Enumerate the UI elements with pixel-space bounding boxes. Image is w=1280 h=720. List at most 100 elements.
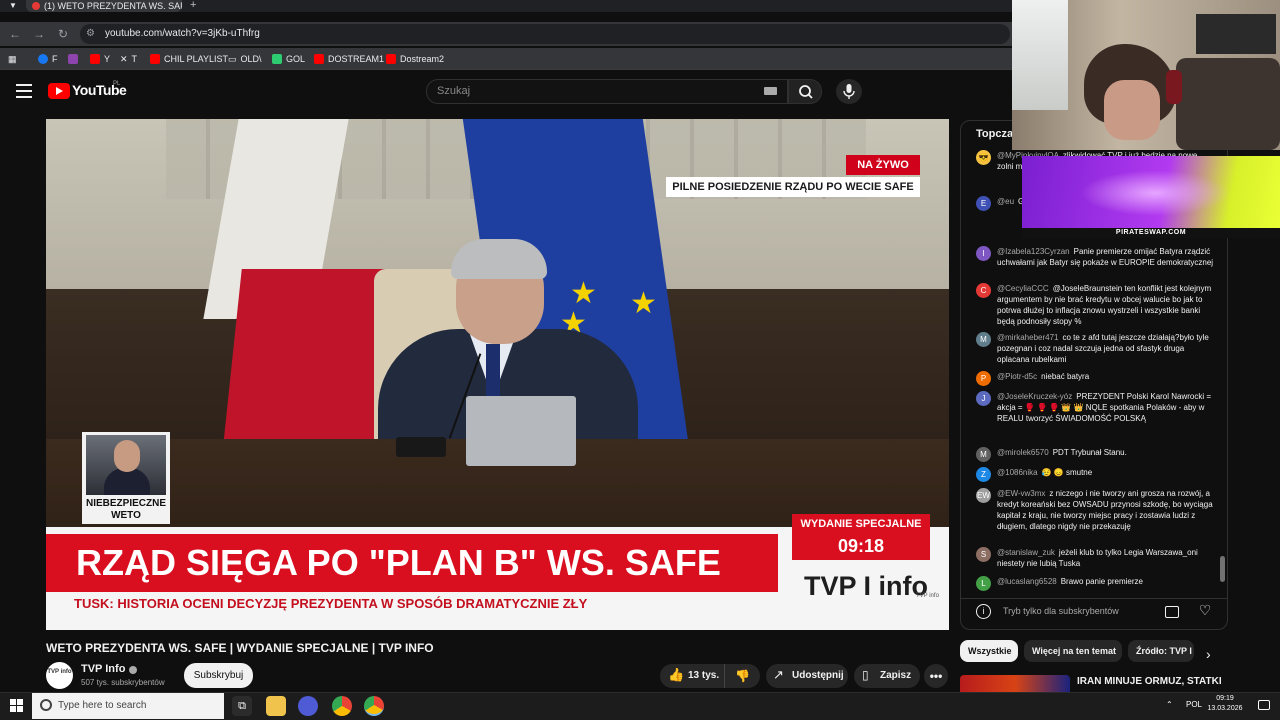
chat-author[interactable]: @lucaslang6528 bbox=[997, 577, 1057, 586]
bookmark-t[interactable]: ✕ T bbox=[120, 52, 137, 66]
youtube-icon bbox=[314, 54, 324, 64]
chat-author[interactable]: @1086nika bbox=[997, 468, 1038, 477]
chat-author[interactable]: @CecyliaCCC bbox=[997, 284, 1049, 293]
notification-icon[interactable] bbox=[1258, 700, 1270, 710]
back-icon[interactable]: ← bbox=[6, 26, 24, 42]
avatar[interactable]: J bbox=[976, 391, 991, 406]
more-actions-button[interactable]: ••• bbox=[924, 664, 948, 688]
membership-card-icon[interactable] bbox=[1165, 606, 1179, 618]
search-input[interactable]: Szukaj bbox=[426, 79, 788, 104]
bookmark-purple[interactable] bbox=[68, 52, 78, 66]
chat-author[interactable]: @Piotr-d5c bbox=[997, 372, 1037, 381]
language-indicator[interactable]: POL bbox=[1186, 700, 1202, 710]
chat-scrollbar[interactable] bbox=[1220, 556, 1225, 582]
webcam-shelf bbox=[1196, 14, 1276, 54]
chat-author[interactable]: @EW-vw3mx bbox=[997, 489, 1045, 498]
heart-icon[interactable]: ♡ bbox=[1196, 601, 1214, 619]
chat-header[interactable]: Topcza bbox=[976, 128, 1013, 140]
avatar[interactable]: EW bbox=[976, 488, 991, 503]
forward-icon[interactable]: → bbox=[30, 26, 48, 42]
chrome-active-window-icon[interactable] bbox=[364, 696, 384, 716]
thumbs-up-icon: 👍 bbox=[668, 667, 685, 682]
tray-chevron-icon[interactable]: ⌃ bbox=[1166, 700, 1173, 710]
keyboard-icon[interactable] bbox=[764, 87, 777, 95]
tvp-info-logo: TVP I info bbox=[804, 571, 929, 601]
tvp-info-watermark: TVP info bbox=[916, 593, 939, 599]
site-info-icon[interactable]: ⚙ bbox=[86, 28, 98, 40]
chat-input[interactable]: Tryb tylko dla subskrybentów bbox=[1003, 606, 1119, 616]
chip-all[interactable]: Wszystkie bbox=[960, 640, 1018, 662]
chat-message-body: @Izabela123Cyrzan Panie premierze omijać … bbox=[997, 246, 1216, 268]
dislike-button[interactable]: 👎 bbox=[724, 664, 760, 688]
bookmark-label: CHIL PLAYLIST bbox=[164, 54, 229, 64]
bookmark-dostream1[interactable]: DOSTREAM1 bbox=[314, 52, 384, 66]
chat-author[interactable]: @mirolek6570 bbox=[997, 448, 1049, 457]
bookmark-gol[interactable]: GOL bbox=[272, 52, 305, 66]
chip-source[interactable]: Źródło: TVP I bbox=[1128, 640, 1194, 662]
chat-message: P @Piotr-d5c niebać batyra bbox=[976, 371, 1216, 386]
sponsor-caption: PIRATESWAP.COM bbox=[1115, 229, 1187, 236]
subscriber-count: 507 tys. subskrybentów bbox=[81, 678, 165, 687]
bookmark-dostream2[interactable]: Dostream2 bbox=[386, 52, 444, 66]
inset-person-face bbox=[114, 440, 140, 472]
folder-icon: ▭ bbox=[228, 54, 237, 64]
video-speaker-tie bbox=[486, 344, 500, 404]
avatar[interactable]: P bbox=[976, 371, 991, 386]
voice-search-button[interactable] bbox=[836, 79, 862, 104]
avatar[interactable]: L bbox=[976, 576, 991, 591]
clock-date: 13.03.2026 bbox=[1207, 705, 1243, 712]
avatar[interactable]: TVP info bbox=[46, 662, 73, 689]
chat-message-body: @mirkaheber471 co te z afd tutaj jeszcze … bbox=[997, 332, 1216, 365]
obs-icon[interactable] bbox=[298, 696, 318, 716]
video-speaker-hair bbox=[451, 239, 547, 279]
chat-message: S @stanislaw_zuk jeżeli klub to tylko Legi… bbox=[976, 547, 1216, 569]
subscribe-button[interactable]: Subskrybuj bbox=[184, 663, 253, 688]
breaking-news-bar: PILNE POSIEDZENIE RZĄDU PO WECIE SAFE bbox=[666, 177, 920, 197]
youtube-icon bbox=[386, 54, 396, 64]
chrome-icon[interactable] bbox=[332, 696, 352, 716]
search-button[interactable] bbox=[788, 79, 822, 104]
chat-author[interactable]: @eu bbox=[997, 197, 1014, 206]
chat-author[interactable]: @mirkaheber471 bbox=[997, 333, 1058, 342]
bookmark-chil-playlist[interactable]: CHIL PLAYLIST bbox=[150, 52, 228, 66]
avatar[interactable]: Z bbox=[976, 467, 991, 482]
channel-name[interactable]: TVP Info bbox=[81, 663, 138, 676]
avatar[interactable]: I bbox=[976, 246, 991, 261]
thumbs-down-icon: 👎 bbox=[735, 669, 750, 683]
menu-icon[interactable] bbox=[16, 84, 32, 98]
avatar[interactable]: E bbox=[976, 196, 991, 211]
webcam-person-face bbox=[1104, 80, 1160, 140]
url-bar[interactable]: youtube.com/watch?v=3jKb-uThfrg bbox=[80, 24, 1010, 44]
task-view-icon[interactable]: ⧉ bbox=[232, 696, 252, 716]
file-explorer-icon[interactable] bbox=[266, 696, 286, 716]
new-tab-button[interactable]: + bbox=[190, 0, 196, 12]
chat-author[interactable]: @JoseleKruczek-yóz bbox=[997, 392, 1072, 401]
chat-author[interactable]: @stanislaw_zuk bbox=[997, 548, 1055, 557]
channel-name-label[interactable]: TVP Info bbox=[81, 663, 125, 676]
chat-message: L @lucaslang6528 Brawo panie premierze bbox=[976, 576, 1216, 591]
search-icon bbox=[799, 85, 813, 99]
chevron-right-icon[interactable]: › bbox=[1206, 647, 1211, 661]
chat-author[interactable]: @Izabela123Cyrzan bbox=[997, 247, 1070, 256]
youtube-logo-icon[interactable] bbox=[48, 83, 70, 99]
chip-related[interactable]: Więcej na ten temat bbox=[1024, 640, 1122, 662]
bookmark-f[interactable]: F bbox=[38, 52, 58, 66]
windows-start-icon[interactable] bbox=[10, 699, 24, 713]
youtube-icon bbox=[150, 54, 160, 64]
browser-tab-active[interactable]: (1) WETO PREZYDENTA WS. SAFE 🔊 ✕ bbox=[26, 0, 182, 12]
reload-icon[interactable]: ↻ bbox=[54, 26, 72, 42]
bookmark-y[interactable]: Y bbox=[90, 52, 110, 66]
bookmark-folder-old[interactable]: ▭ OLD\ bbox=[228, 52, 262, 66]
avatar[interactable]: M bbox=[976, 332, 991, 347]
tab-search-icon[interactable]: ▼ bbox=[4, 0, 22, 12]
taskbar-clock[interactable]: 09:19 13.03.2026 bbox=[1206, 694, 1244, 718]
taskbar-search-input[interactable]: Type here to search bbox=[32, 693, 224, 719]
avatar[interactable]: 😎 bbox=[976, 150, 991, 165]
avatar[interactable]: S bbox=[976, 547, 991, 562]
info-icon[interactable]: i bbox=[976, 604, 991, 619]
apps-grid-icon[interactable]: ▦ bbox=[8, 52, 17, 66]
avatar[interactable]: M bbox=[976, 447, 991, 462]
avatar[interactable]: C bbox=[976, 283, 991, 298]
chat-message-body: @lucaslang6528 Brawo panie premierze bbox=[997, 576, 1216, 591]
gol-icon bbox=[272, 54, 282, 64]
